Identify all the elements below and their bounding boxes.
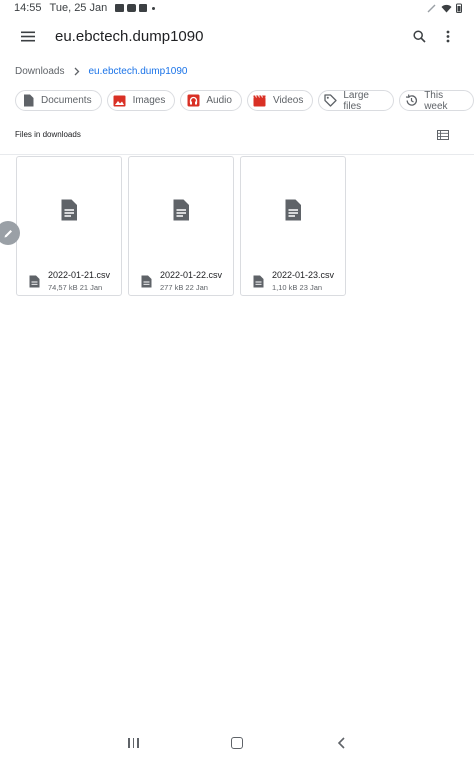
wifi-icon — [441, 4, 452, 12]
recents-icon — [137, 738, 139, 748]
recents-icon — [128, 738, 130, 748]
pencil-icon — [4, 229, 12, 237]
document-icon — [61, 199, 77, 221]
breadcrumb-current-folder[interactable]: eu.ebctech.dump1090 — [88, 66, 187, 77]
recents-button[interactable] — [128, 738, 140, 749]
image-icon — [113, 94, 127, 108]
status-time: 14:55 — [14, 2, 42, 14]
hamburger-menu-icon — [21, 31, 35, 41]
app-bar: eu.ebctech.dump1090 — [0, 22, 474, 50]
file-card[interactable]: 2022-01-22.csv 277 kB 22 Jan — [128, 156, 234, 296]
chip-documents[interactable]: Documents — [15, 90, 102, 111]
video-icon — [253, 94, 267, 108]
files-section-header: Files in downloads — [0, 127, 474, 155]
document-icon — [29, 275, 40, 288]
file-name: 2022-01-22.csv — [160, 270, 223, 280]
more-options-button[interactable] — [438, 26, 458, 46]
search-icon — [412, 29, 426, 43]
more-notifications-icon — [152, 6, 156, 10]
chip-label: Audio — [206, 95, 232, 106]
system-nav-bar — [0, 730, 474, 758]
chip-videos[interactable]: Videos — [246, 90, 314, 111]
chip-audio[interactable]: Audio — [180, 90, 242, 111]
chip-label: Documents — [41, 95, 92, 106]
audio-icon — [186, 94, 200, 108]
status-bar: 14:55 Tue, 25 Jan — [0, 0, 474, 16]
back-button[interactable] — [336, 737, 348, 749]
history-icon — [405, 94, 418, 108]
filter-chips: Documents Images Audio Videos Large file… — [15, 89, 474, 112]
chip-large-files[interactable]: Large files — [318, 89, 395, 112]
notification-icons — [115, 4, 156, 12]
file-detail: 1,10 kB 23 Jan — [272, 283, 323, 292]
dropbox-notification-icon — [139, 4, 148, 12]
file-grid: 2022-01-21.csv 74,57 kB 21 Jan 2022-01-2… — [16, 156, 346, 296]
gallery-notification-icon — [115, 4, 125, 12]
battery-icon — [456, 3, 462, 13]
file-thumbnail — [129, 157, 233, 263]
page-title: eu.ebctech.dump1090 — [55, 28, 204, 45]
document-icon — [141, 275, 152, 288]
document-icon — [173, 199, 189, 221]
document-icon — [21, 94, 35, 108]
breadcrumb: Downloads eu.ebctech.dump1090 — [15, 64, 187, 78]
document-icon — [285, 199, 301, 221]
file-detail: 277 kB 22 Jan — [160, 283, 208, 292]
file-name: 2022-01-23.csv — [272, 270, 335, 280]
chevron-right-icon — [74, 67, 80, 76]
chip-label: Images — [132, 95, 166, 106]
more-vert-icon — [446, 30, 450, 42]
menu-button[interactable] — [18, 26, 38, 46]
file-card[interactable]: 2022-01-21.csv 74,57 kB 21 Jan — [16, 156, 122, 296]
chip-this-week[interactable]: This week — [399, 89, 474, 112]
tag-icon — [324, 94, 338, 108]
chip-images[interactable]: Images — [106, 90, 176, 111]
document-icon — [253, 275, 264, 288]
chip-label: This week — [424, 89, 448, 112]
chip-label: Videos — [272, 95, 304, 106]
list-view-icon — [437, 130, 449, 140]
file-detail: 74,57 kB 21 Jan — [48, 283, 103, 292]
recents-icon — [132, 738, 134, 748]
youtube-notification-icon — [127, 4, 137, 12]
status-date: Tue, 25 Jan — [49, 2, 108, 14]
file-thumbnail — [241, 157, 345, 263]
search-button[interactable] — [409, 26, 429, 46]
breadcrumb-downloads[interactable]: Downloads — [15, 66, 64, 77]
file-thumbnail — [17, 157, 121, 263]
section-title: Files in downloads — [15, 130, 81, 139]
chip-label: Large files — [343, 89, 369, 112]
pen-status-icon — [427, 4, 436, 13]
system-icons — [427, 3, 462, 13]
home-button[interactable] — [231, 737, 243, 749]
list-view-toggle[interactable] — [436, 128, 450, 142]
file-card[interactable]: 2022-01-23.csv 1,10 kB 23 Jan — [240, 156, 346, 296]
file-name: 2022-01-21.csv — [48, 270, 111, 280]
